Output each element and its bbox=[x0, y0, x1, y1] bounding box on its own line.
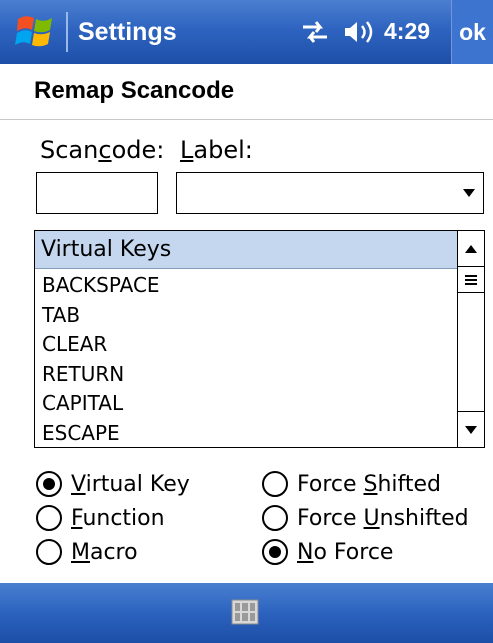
virtual-keys-list[interactable]: Virtual Keys BACKSPACE TAB CLEAR RETURN … bbox=[34, 230, 485, 448]
connectivity-arrows-icon[interactable] bbox=[300, 18, 330, 46]
radio-label: Virtual Key bbox=[71, 471, 190, 497]
radio-virtual-key[interactable]: Virtual Key bbox=[36, 468, 190, 500]
label-dropdown[interactable] bbox=[176, 172, 484, 214]
radio-button[interactable] bbox=[36, 471, 62, 497]
list-column-header[interactable]: Virtual Keys bbox=[35, 231, 457, 269]
radio-no-force[interactable]: No Force bbox=[262, 536, 393, 568]
grip-line bbox=[465, 279, 477, 281]
clock[interactable]: 4:29 bbox=[384, 18, 430, 45]
app-title: Settings bbox=[78, 18, 177, 46]
radio-button[interactable] bbox=[36, 505, 62, 531]
input-panel-icon[interactable] bbox=[231, 599, 259, 625]
scroll-down-button[interactable] bbox=[458, 411, 484, 447]
scroll-thumb[interactable] bbox=[458, 267, 484, 293]
list-item[interactable]: ESCAPE bbox=[35, 419, 457, 448]
radio-label: Macro bbox=[71, 539, 138, 565]
header-divider bbox=[0, 119, 493, 120]
list-item[interactable]: CLEAR bbox=[35, 330, 457, 360]
list-item[interactable]: RETURN bbox=[35, 360, 457, 390]
list-item[interactable]: BACKSPACE bbox=[35, 271, 457, 301]
grip-line bbox=[465, 275, 477, 277]
radio-button[interactable] bbox=[262, 471, 288, 497]
windows-flag-icon bbox=[15, 16, 52, 47]
radio-force-unshifted[interactable]: Force Unshifted bbox=[262, 502, 469, 534]
radio-button[interactable] bbox=[262, 505, 288, 531]
title-bar: Settings 4:29 ok bbox=[0, 0, 493, 64]
speaker-icon[interactable] bbox=[343, 19, 375, 45]
scroll-up-button[interactable] bbox=[458, 231, 484, 267]
grip-line bbox=[465, 283, 477, 285]
arrow-down-icon bbox=[465, 426, 477, 434]
radio-function[interactable]: Function bbox=[36, 502, 165, 534]
radio-label: Function bbox=[71, 505, 165, 531]
title-divider bbox=[66, 12, 68, 52]
scancode-label: Scancode: bbox=[40, 136, 165, 164]
radio-label: No Force bbox=[297, 539, 394, 565]
radio-force-shifted[interactable]: Force Shifted bbox=[262, 468, 441, 500]
radio-label: Force Shifted bbox=[297, 471, 442, 497]
radio-label: Force Unshifted bbox=[297, 505, 469, 531]
vertical-scrollbar[interactable] bbox=[457, 231, 484, 447]
list-item[interactable]: TAB bbox=[35, 301, 457, 331]
list-item[interactable]: CAPITAL bbox=[35, 389, 457, 419]
radio-button[interactable] bbox=[36, 539, 62, 565]
start-button[interactable] bbox=[14, 11, 58, 53]
radio-button[interactable] bbox=[262, 539, 288, 565]
page-title: Remap Scancode bbox=[34, 77, 235, 104]
ok-button[interactable]: ok bbox=[451, 0, 493, 64]
chevron-down-icon bbox=[463, 189, 475, 197]
menu-bar bbox=[0, 583, 493, 643]
arrow-up-icon bbox=[465, 245, 477, 253]
scancode-input[interactable] bbox=[36, 172, 158, 214]
label-label: Label: bbox=[180, 136, 253, 164]
radio-macro[interactable]: Macro bbox=[36, 536, 138, 568]
